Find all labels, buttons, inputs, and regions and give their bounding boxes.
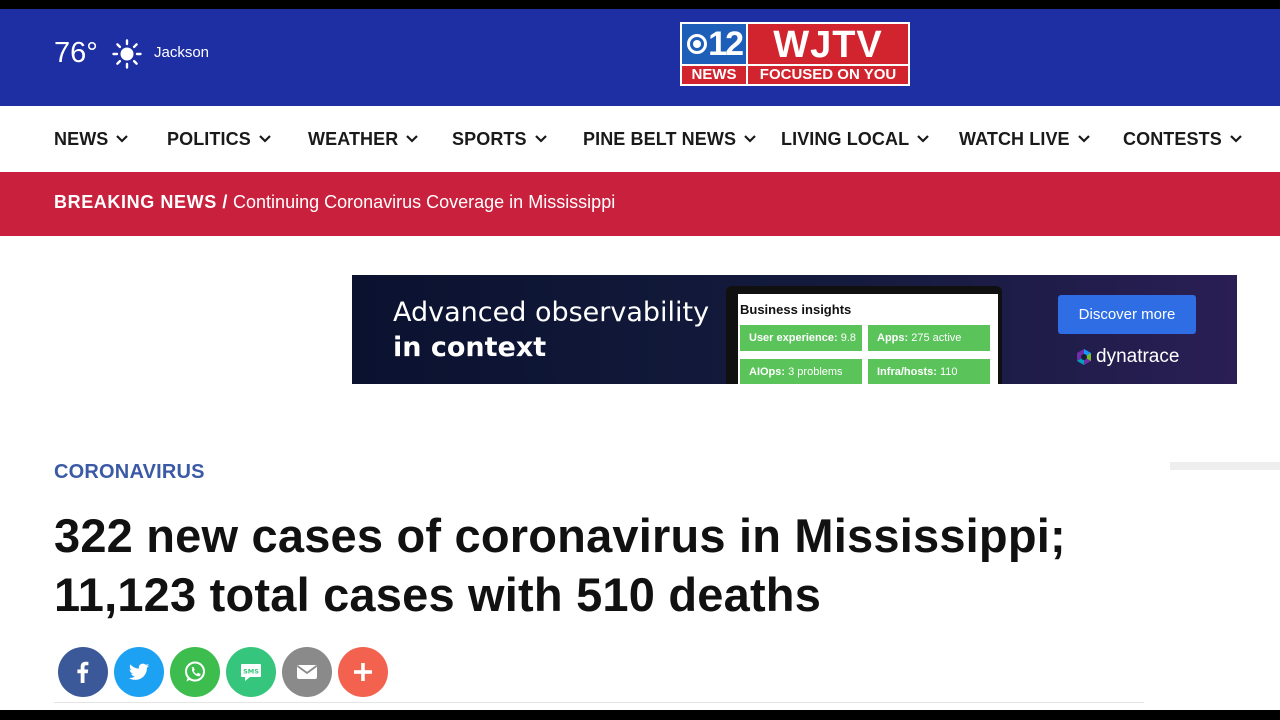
sms-icon: SMS bbox=[241, 664, 261, 681]
svg-text:SMS: SMS bbox=[243, 668, 259, 676]
nav-item-pine-belt-news[interactable]: PINE BELT NEWS bbox=[583, 126, 757, 152]
ad-tile: AIOps: 3 problems bbox=[740, 359, 862, 384]
nav-item-label: WATCH LIVE bbox=[959, 128, 1070, 149]
nav-item-weather[interactable]: WEATHER bbox=[308, 126, 419, 152]
discover-more-button[interactable]: Discover more bbox=[1058, 295, 1196, 334]
plus-icon bbox=[354, 663, 372, 681]
headline-line-2: 11,123 total cases with 510 deaths bbox=[54, 568, 822, 621]
ad-tile-label: Infra/hosts: bbox=[877, 366, 937, 378]
ad-dashboard-title: Business insights bbox=[740, 302, 852, 317]
ad-tile-label: Apps: bbox=[877, 332, 909, 344]
logo-callsign: WJTV bbox=[748, 24, 908, 66]
chevron-down-icon bbox=[534, 135, 547, 143]
more-share-button[interactable] bbox=[338, 647, 388, 697]
nav-item-label: SPORTS bbox=[452, 128, 527, 149]
chevron-down-icon bbox=[744, 135, 756, 143]
site-header: 76° Jackson 12 WJTV NEWS FOCUSED ON YOU bbox=[0, 9, 1280, 106]
dynatrace-logo: dynatrace bbox=[1075, 346, 1179, 368]
cbs-eye-icon bbox=[687, 34, 707, 54]
chevron-down-icon bbox=[1230, 135, 1242, 143]
ad-tile-value: 275 active bbox=[911, 332, 962, 344]
site-logo[interactable]: 12 WJTV NEWS FOCUSED ON YOU bbox=[680, 22, 910, 86]
nav-item-label: WEATHER bbox=[308, 128, 399, 149]
nav-item-watch-live[interactable]: WATCH LIVE bbox=[959, 126, 1091, 152]
chevron-down-icon bbox=[259, 135, 271, 143]
logo-news: NEWS bbox=[682, 66, 746, 84]
nav-item-label: POLITICS bbox=[167, 128, 251, 149]
ad-tile-value: 3 problems bbox=[788, 366, 843, 378]
sms-share-button[interactable]: SMS bbox=[226, 647, 276, 697]
article-category[interactable]: CORONAVIRUS bbox=[54, 461, 205, 484]
logo-tagline: FOCUSED ON YOU bbox=[748, 66, 908, 84]
breaking-news-label: BREAKING NEWS / bbox=[54, 192, 229, 212]
ad-tile: Infra/hosts: 110 bbox=[868, 359, 990, 384]
whatsapp-icon bbox=[185, 661, 205, 682]
nav-item-label: PINE BELT NEWS bbox=[583, 128, 737, 149]
nav-item-sports[interactable]: SPORTS bbox=[452, 126, 548, 152]
nav-item-contests[interactable]: CONTESTS bbox=[1123, 126, 1243, 152]
page: 76° Jackson 12 WJTV NEWS FOCUSED ON YOU bbox=[0, 9, 1280, 710]
sun-icon bbox=[112, 39, 142, 69]
chevron-down-icon bbox=[116, 135, 129, 143]
main-nav: NEWS POLITICS WEATHER SPORTS PINE BELT N… bbox=[0, 106, 1280, 172]
whatsapp-share-button[interactable] bbox=[170, 647, 220, 697]
ad-tile-value: 110 bbox=[939, 366, 958, 378]
facebook-icon bbox=[77, 661, 89, 683]
facebook-share-button[interactable] bbox=[58, 647, 108, 697]
ad-tile: Apps: 275 active bbox=[868, 325, 990, 351]
breaking-news-bar: BREAKING NEWS / Continuing Coronavirus C… bbox=[0, 172, 1280, 236]
chevron-down-icon bbox=[406, 135, 419, 143]
headline-line-1: 322 new cases of coronavirus in Mississi… bbox=[54, 509, 1066, 562]
ad-subheadline: in context bbox=[393, 332, 547, 363]
dynatrace-mark-icon bbox=[1077, 349, 1091, 365]
chevron-down-icon bbox=[917, 135, 929, 143]
breaking-news-link[interactable]: Continuing Coronavirus Coverage in Missi… bbox=[233, 192, 615, 212]
temperature[interactable]: 76° bbox=[54, 37, 98, 70]
nav-item-label: LIVING LOCAL bbox=[781, 128, 910, 149]
twitter-icon bbox=[129, 663, 149, 680]
ad-tile-value: 9.8 bbox=[840, 332, 857, 344]
email-icon bbox=[296, 665, 318, 679]
ad-banner[interactable]: Advanced observability in context Busine… bbox=[352, 275, 1237, 384]
ad-tile-label: AIOps: bbox=[749, 366, 786, 378]
sidebar-divider bbox=[1170, 462, 1280, 470]
ad-tile-label: User experience: bbox=[749, 332, 838, 344]
email-share-button[interactable] bbox=[282, 647, 332, 697]
nav-item-politics[interactable]: POLITICS bbox=[167, 126, 272, 152]
ad-brand-name: dynatrace bbox=[1096, 346, 1180, 367]
nav-item-label: CONTESTS bbox=[1123, 128, 1222, 149]
chevron-down-icon bbox=[1077, 135, 1090, 143]
nav-item-news[interactable]: NEWS bbox=[54, 126, 129, 152]
weather-city[interactable]: Jackson bbox=[154, 44, 209, 61]
ad-tile: User experience: 9.8 bbox=[740, 325, 862, 351]
twitter-share-button[interactable] bbox=[114, 647, 164, 697]
nav-item-label: NEWS bbox=[54, 128, 109, 149]
ad-headline: Advanced observability bbox=[393, 297, 710, 328]
nav-item-living-local[interactable]: LIVING LOCAL bbox=[781, 126, 930, 152]
divider bbox=[54, 702, 1144, 703]
article-headline: 322 new cases of coronavirus in Mississi… bbox=[54, 506, 1134, 624]
